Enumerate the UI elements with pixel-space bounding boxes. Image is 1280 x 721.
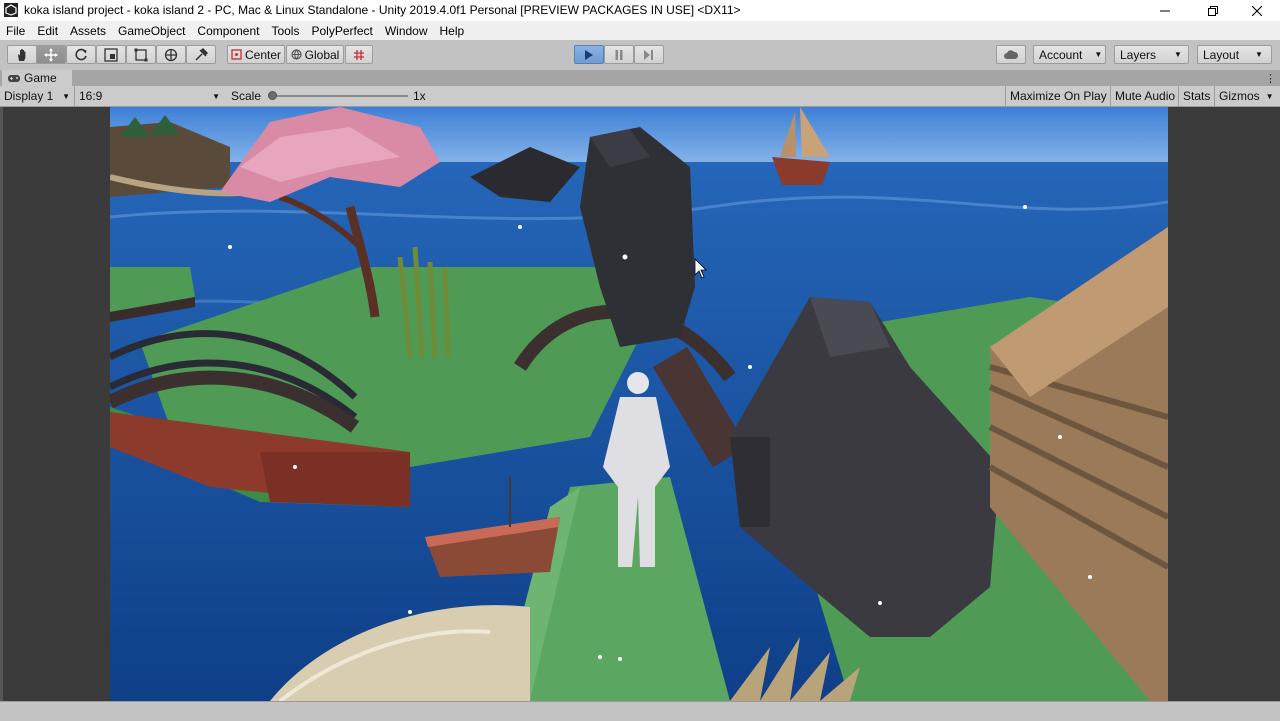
step-button[interactable] [634,45,664,64]
play-button[interactable] [574,45,604,64]
step-icon [644,49,653,60]
tab-game-label: Game [24,71,57,85]
minimize-button[interactable] [1142,0,1188,21]
menu-bar: File Edit Assets GameObject Component To… [0,21,1280,40]
scale-tool-icon [104,47,118,62]
pivot-icon [231,49,242,60]
menu-component[interactable]: Component [191,24,265,38]
aspect-dropdown[interactable]: 16:9 ▼ [74,86,224,106]
slider-track [268,95,408,97]
pivot-label: Center [244,47,282,62]
status-bar [0,701,1280,721]
chevron-down-icon: ▼ [1265,91,1274,101]
scale-slider[interactable] [268,86,408,106]
rotate-tool-button[interactable] [66,45,96,64]
restore-button[interactable] [1190,0,1236,21]
account-label: Account [1039,47,1083,62]
restore-icon [1208,5,1218,16]
main-toolbar: Center Global Account ▼ Layers ▼ Layout … [0,40,1280,71]
scale-value: 1x [413,89,426,103]
maximize-on-play-button[interactable]: Maximize On Play [1005,86,1111,106]
pause-icon [615,49,623,60]
stats-button[interactable]: Stats [1178,86,1214,106]
menu-file[interactable]: File [0,24,31,38]
close-icon [1252,5,1262,16]
pause-button[interactable] [604,45,634,64]
window-title: koka island project - koka island 2 - PC… [24,3,741,17]
menu-polyperfect[interactable]: PolyPerfect [305,24,378,38]
gizmos-dropdown[interactable]: Gizmos ▼ [1214,86,1276,106]
space-global-button[interactable]: Global [286,45,344,64]
more-options-icon[interactable]: ⋮ [1265,72,1276,85]
globe-icon [291,49,302,60]
custom-tool-button[interactable] [186,45,216,64]
menu-tools[interactable]: Tools [265,24,305,38]
tab-game[interactable]: Game [2,70,72,86]
snap-settings-button[interactable] [345,45,373,64]
menu-assets[interactable]: Assets [64,24,112,38]
hand-tool-icon [18,48,26,61]
space-label: Global [304,47,340,62]
game-view-toolbar: Display 1 ▼ 16:9 ▼ Scale 1x Maximize On … [0,86,1280,107]
minimize-icon [1160,10,1170,11]
layers-dropdown[interactable]: Layers ▼ [1114,45,1189,64]
hand-tool-button[interactable] [7,45,37,64]
display-label: Display 1 [4,89,54,103]
transform-tool-icon [164,48,178,61]
pivot-center-button[interactable]: Center [227,45,285,64]
chevron-down-icon: ▼ [212,91,220,101]
unity-logo-icon [4,3,18,17]
layout-label: Layout [1203,47,1240,62]
collab-cloud-button[interactable] [996,45,1026,64]
cloud-icon [1004,49,1019,59]
viewport-left-edge [0,107,3,701]
play-icon [585,49,593,60]
title-bar: koka island project - koka island 2 - PC… [0,0,1280,21]
chevron-down-icon: ▼ [1094,50,1103,59]
mute-audio-button[interactable]: Mute Audio [1110,86,1179,106]
gizmos-label: Gizmos [1219,89,1260,103]
menu-window[interactable]: Window [379,24,434,38]
menu-help[interactable]: Help [434,24,471,38]
game-scene-illustration [110,107,1168,701]
move-tool-button[interactable] [36,45,66,64]
game-view-render[interactable] [110,107,1168,701]
layers-label: Layers [1120,47,1157,62]
close-button[interactable] [1234,0,1280,21]
transform-tool-button[interactable] [156,45,186,64]
display-dropdown[interactable]: Display 1 ▼ [4,86,72,106]
rotate-tool-icon [75,48,87,60]
move-tool-icon [44,47,58,62]
chevron-down-icon: ▼ [62,91,70,101]
account-dropdown[interactable]: Account ▼ [1033,45,1106,64]
menu-gameobject[interactable]: GameObject [112,24,191,38]
game-controller-icon [8,74,20,82]
rect-tool-icon [134,48,148,61]
grid-snap-icon [354,49,364,60]
scale-tool-button[interactable] [96,45,126,64]
rect-tool-button[interactable] [126,45,156,64]
menu-edit[interactable]: Edit [31,24,64,38]
chevron-down-icon: ▼ [1255,50,1263,59]
layout-dropdown[interactable]: Layout ▼ [1197,45,1272,64]
slider-handle[interactable] [268,91,277,100]
aspect-label: 16:9 [79,89,103,103]
chevron-down-icon: ▼ [1174,50,1182,59]
custom-tool-icon [195,47,208,61]
panel-tab-strip: Game ⋮ [0,70,1280,86]
scale-label: Scale [231,89,262,103]
